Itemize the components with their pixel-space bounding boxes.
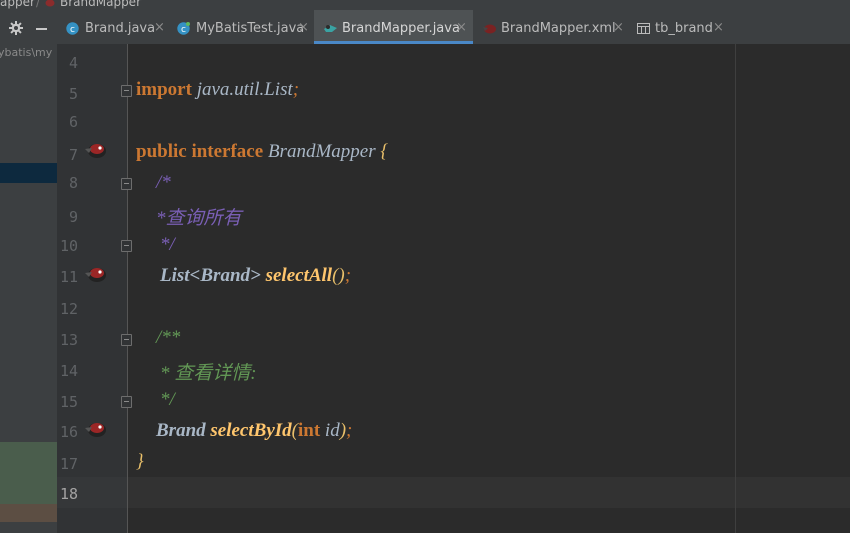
project-tree-selected-item[interactable] [0, 163, 57, 183]
method-name: selectById [210, 420, 292, 441]
code-line-8[interactable]: /* [156, 172, 171, 194]
line-number: 12 [59, 300, 78, 318]
parameter-name: id [324, 420, 340, 441]
tab-label: BrandMapper.java [342, 21, 460, 36]
mybatis-bird-icon[interactable] [84, 264, 108, 284]
tab-label: tb_brand [655, 21, 713, 36]
line-number: 16 [59, 423, 78, 441]
breadcrumb-module[interactable]: apper [0, 0, 35, 9]
line-number: 17 [59, 455, 78, 473]
java-class-icon: c [177, 22, 190, 35]
breadcrumb-file[interactable]: BrandMapper [60, 0, 141, 9]
line-number: 13 [59, 331, 78, 349]
project-panel: ybatis\my [0, 10, 57, 533]
line-number: 8 [68, 174, 78, 192]
semicolon: ; [292, 79, 300, 100]
parens: () [332, 265, 345, 286]
tab-brandmapper-xml[interactable]: BrandMapper.xml × [473, 10, 629, 44]
code-line-17[interactable]: } [136, 451, 144, 473]
tab-label: BrandMapper.xml [501, 21, 616, 36]
code-line-13[interactable]: /** [156, 327, 180, 349]
code-line-5[interactable]: import java.util.List; [136, 79, 299, 101]
code-line-11[interactable]: List<Brand> selectAll(); [160, 265, 351, 287]
editor-tab-bar: c Brand.java × c MyBatisTest.java × Bran… [57, 10, 850, 44]
fold-marker-icon[interactable] [121, 178, 132, 190]
close-icon[interactable]: × [154, 20, 165, 35]
line-number: 9 [68, 208, 78, 226]
gear-icon[interactable] [9, 21, 23, 35]
line-number: 10 [59, 237, 78, 255]
project-tree-item[interactable] [0, 504, 57, 522]
line-number: 15 [59, 393, 78, 411]
tab-label: Brand.java [85, 21, 156, 36]
line-number: 7 [68, 146, 78, 164]
return-type: List<Brand> [160, 265, 261, 286]
line-number: 4 [68, 54, 78, 72]
keyword: public interface [136, 141, 264, 162]
semicolon: ; [346, 420, 353, 441]
return-type: Brand [156, 420, 206, 441]
line-number: 14 [59, 362, 78, 380]
package-name: java.util.List [196, 79, 293, 100]
fold-marker-icon[interactable] [121, 334, 132, 346]
method-name: selectAll [265, 265, 333, 286]
project-panel-header [0, 10, 57, 42]
fold-marker-icon[interactable] [121, 85, 132, 97]
keyword: import [136, 79, 192, 100]
svg-text:c: c [70, 25, 75, 35]
tab-brandmapper-java[interactable]: BrandMapper.java × [314, 10, 473, 44]
tab-label: MyBatisTest.java [196, 21, 305, 36]
line-number: 6 [68, 113, 78, 131]
fold-marker-icon[interactable] [121, 240, 132, 252]
line-number: 5 [68, 85, 78, 103]
gutter-divider [127, 44, 128, 533]
brace: } [136, 451, 144, 472]
close-icon[interactable]: × [456, 20, 467, 35]
semicolon: ; [344, 265, 352, 286]
fold-marker-icon[interactable] [121, 396, 132, 408]
tab-mybatistest-java[interactable]: c MyBatisTest.java × [168, 10, 314, 44]
table-icon [637, 23, 650, 34]
mybatis-bird-icon[interactable] [84, 140, 108, 160]
tab-brand-java[interactable]: c Brand.java × [57, 10, 168, 44]
java-class-icon: c [66, 22, 79, 35]
brace: { [380, 141, 388, 162]
mybatis-bird-icon [45, 0, 55, 7]
code-line-9[interactable]: *查询所有 [156, 203, 242, 230]
svg-text:c: c [181, 25, 186, 35]
keyword: int [297, 420, 321, 441]
project-tree-path[interactable]: ybatis\my [0, 46, 52, 59]
code-line-15[interactable]: */ [160, 389, 175, 411]
breadcrumb: apper / BrandMapper [0, 0, 850, 10]
close-icon[interactable]: × [713, 20, 724, 35]
mybatis-interface-icon [324, 25, 337, 32]
code-line-16[interactable]: Brand selectById(int id); [156, 420, 352, 442]
current-line-highlight [128, 477, 850, 508]
close-icon[interactable]: × [613, 20, 624, 35]
mybatis-bird-icon [483, 24, 496, 34]
interface-name: BrandMapper [267, 141, 376, 162]
line-number: 11 [59, 268, 78, 286]
code-line-7[interactable]: public interface BrandMapper { [136, 141, 388, 163]
code-line-14[interactable]: * 查看详情: [160, 358, 257, 385]
tab-tb-brand[interactable]: tb_brand × [629, 10, 732, 44]
active-tab-indicator [314, 41, 473, 44]
line-number-current: 18 [59, 485, 78, 503]
breadcrumb-separator: / [36, 0, 41, 9]
mybatis-bird-icon[interactable] [84, 419, 108, 439]
right-margin-guide [735, 44, 736, 533]
code-line-10[interactable]: */ [160, 234, 175, 256]
minus-icon[interactable] [36, 28, 47, 30]
close-icon[interactable]: × [298, 20, 309, 35]
